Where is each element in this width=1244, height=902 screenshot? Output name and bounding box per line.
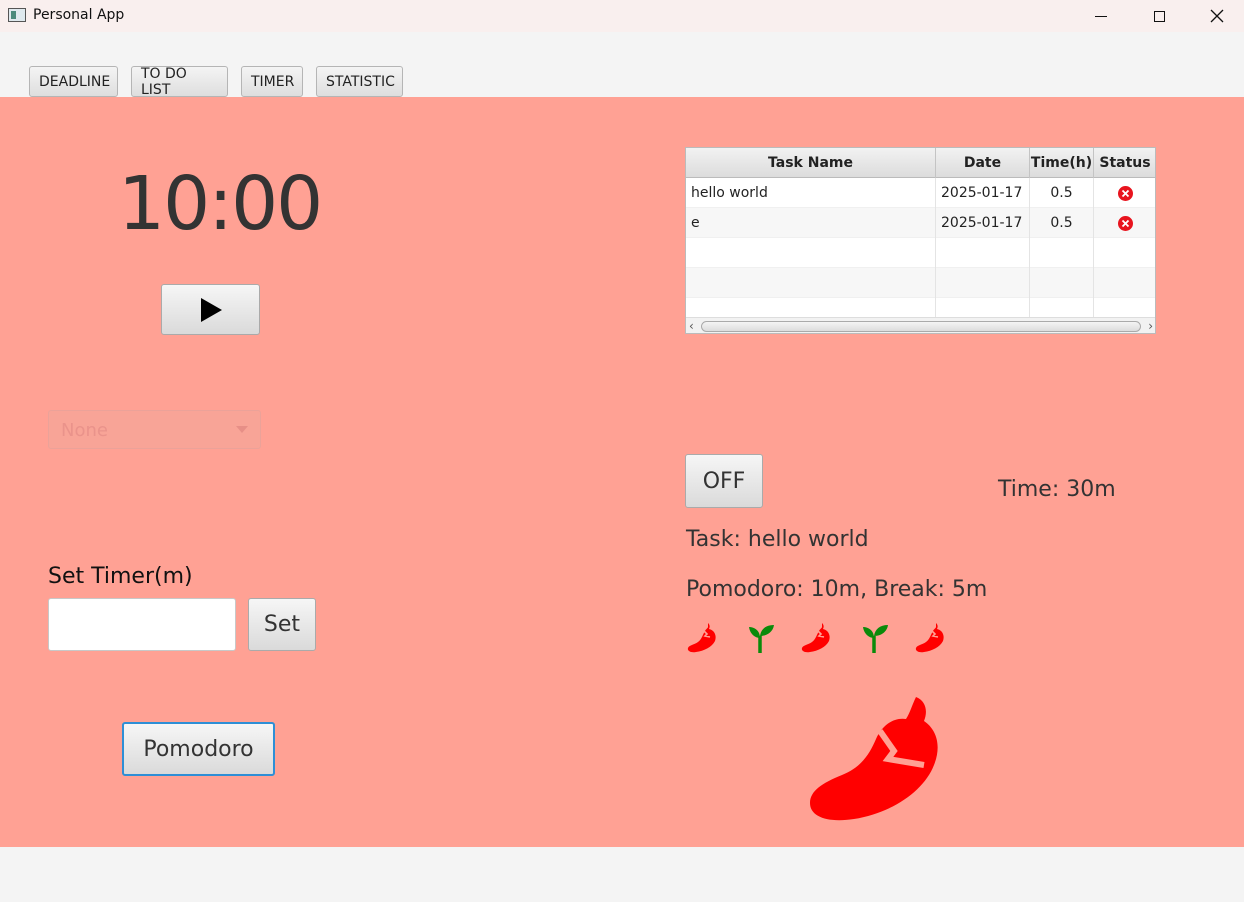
task-table[interactable]: Task Name Date Time(h) Status hello worl… (685, 147, 1156, 334)
column-header-time[interactable]: Time(h) (1030, 148, 1094, 178)
play-button[interactable] (161, 284, 260, 335)
app-icon (8, 8, 26, 22)
title-bar: Personal App (0, 0, 1244, 32)
table-row[interactable]: hello world 2025-01-17 0.5 (686, 178, 1155, 208)
table-empty-row (686, 238, 1155, 268)
incomplete-icon (1117, 185, 1133, 201)
window-title: Personal App (33, 7, 125, 23)
sprout-icon (863, 625, 888, 653)
chevron-down-icon (236, 426, 248, 433)
chili-icon (801, 623, 830, 653)
maximize-button[interactable] (1130, 0, 1188, 32)
set-button[interactable]: Set (248, 598, 316, 651)
cell-time: 0.5 (1030, 208, 1094, 238)
cell-status (1094, 178, 1155, 208)
timer-display: 10:00 (118, 161, 323, 247)
cell-date: 2025-01-17 (936, 178, 1030, 208)
table-row[interactable]: e 2025-01-17 0.5 (686, 208, 1155, 238)
chevron-left-icon[interactable]: ‹ (689, 319, 694, 333)
scrollbar-thumb[interactable] (701, 321, 1141, 332)
horizontal-scrollbar[interactable]: ‹ › (686, 317, 1155, 333)
cell-time: 0.5 (1030, 178, 1094, 208)
column-header-date[interactable]: Date (936, 148, 1030, 178)
close-icon (1210, 9, 1224, 23)
cell-status (1094, 208, 1155, 238)
minimize-icon (1095, 15, 1107, 17)
task-select-value: None (61, 420, 108, 441)
tab-to-do-list[interactable]: TO DO LIST (131, 66, 228, 98)
task-select[interactable]: None (48, 410, 261, 449)
cell-date: 2025-01-17 (936, 208, 1030, 238)
tab-deadline[interactable]: DEADLINE (29, 66, 118, 97)
footer-bar (0, 847, 1244, 902)
tab-statistic[interactable]: STATISTIC (316, 66, 403, 97)
session-pomodoro-label: Pomodoro: 10m, Break: 5m (686, 577, 988, 602)
chevron-right-icon[interactable]: › (1148, 319, 1153, 333)
chili-icon (687, 623, 716, 653)
chili-icon (915, 623, 944, 653)
tab-bar: DEADLINE TO DO LIST TIMER STATISTIC (0, 32, 1244, 98)
cell-task-name: e (686, 208, 936, 238)
session-time-label: Time: 30m (998, 477, 1116, 502)
tab-timer[interactable]: TIMER (241, 66, 303, 97)
column-header-status[interactable]: Status (1094, 148, 1155, 178)
close-button[interactable] (1188, 0, 1244, 32)
session-task-label: Task: hello world (686, 527, 869, 552)
incomplete-icon (1117, 215, 1133, 231)
timer-panel: 10:00 None Set Timer(m) Set Pomodoro Tas… (0, 97, 1244, 847)
cell-task-name: hello world (686, 178, 936, 208)
set-timer-label: Set Timer(m) (48, 564, 193, 589)
maximize-icon (1153, 10, 1165, 22)
sprout-icon (749, 625, 774, 653)
session-toggle-button[interactable]: OFF (685, 454, 763, 508)
play-icon (200, 297, 222, 322)
table-header: Task Name Date Time(h) Status (686, 148, 1155, 178)
pomodoro-button[interactable]: Pomodoro (122, 722, 275, 776)
minimize-button[interactable] (1072, 0, 1130, 32)
set-timer-input[interactable] (48, 598, 236, 651)
table-empty-row (686, 268, 1155, 298)
current-session-chili-icon (810, 697, 938, 821)
column-header-task-name[interactable]: Task Name (686, 148, 936, 178)
